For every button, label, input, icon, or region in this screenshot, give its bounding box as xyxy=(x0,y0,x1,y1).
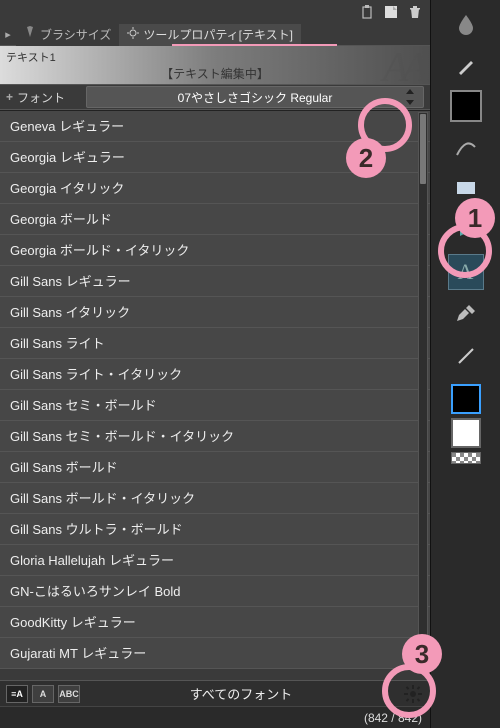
decorative-a-icon: AA xyxy=(383,44,422,92)
line-icon[interactable] xyxy=(446,338,486,374)
tab-tool-property[interactable]: ツールプロパティ[テキスト] xyxy=(119,24,301,46)
font-item[interactable]: Georgia ボールド xyxy=(0,204,430,235)
tab-label: ブラシサイズ xyxy=(40,26,111,43)
font-item[interactable]: Geneva レギュラー xyxy=(0,111,430,142)
brush-icon xyxy=(24,26,36,43)
font-label: + フォント xyxy=(0,89,80,106)
water-icon[interactable] xyxy=(446,6,486,42)
editing-status: 【テキスト編集中】 xyxy=(0,65,430,84)
primary-color[interactable] xyxy=(451,384,481,414)
tab-close-icon[interactable]: ▸ xyxy=(0,28,16,41)
font-item[interactable]: Gill Sans イタリック xyxy=(0,297,430,328)
secondary-color[interactable] xyxy=(451,418,481,448)
clipboard-icon[interactable] xyxy=(358,3,376,21)
trash-icon[interactable] xyxy=(406,3,424,21)
text-header: テキスト1 AA 【テキスト編集中】 xyxy=(0,46,430,84)
tab-brush-size[interactable]: ブラシサイズ xyxy=(16,24,119,46)
font-item[interactable]: Gujarati MT レギュラー xyxy=(0,638,430,669)
font-list[interactable]: Geneva レギュラー Georgia レギュラー Georgia イタリック… xyxy=(0,110,430,670)
plus-icon[interactable]: + xyxy=(6,90,13,104)
view-mode-c-icon[interactable]: ABC xyxy=(58,685,80,703)
all-fonts-label[interactable]: すべてのフォント xyxy=(84,684,398,703)
foreground-color-swatch[interactable] xyxy=(450,90,482,122)
triangle-icon[interactable] xyxy=(446,212,486,248)
font-item[interactable]: Gill Sans レギュラー xyxy=(0,266,430,297)
font-label-text: フォント xyxy=(17,89,65,106)
font-item[interactable]: Gill Sans ライト・イタリック xyxy=(0,359,430,390)
font-item[interactable]: Georgia レギュラー xyxy=(0,142,430,173)
gear-small-icon xyxy=(127,27,139,42)
font-item[interactable]: Gill Sans ボールド・イタリック xyxy=(0,483,430,514)
stepper-up-icon[interactable] xyxy=(406,89,414,94)
font-current-value: 07やさしさゴシック Regular xyxy=(178,89,333,106)
font-stepper[interactable] xyxy=(406,89,420,105)
stepper-down-icon[interactable] xyxy=(406,100,414,105)
transparent-color[interactable] xyxy=(451,452,481,464)
rect-tool-icon[interactable] xyxy=(446,170,486,206)
font-list-scrollbar[interactable] xyxy=(418,112,428,668)
font-count: (842 / 842) xyxy=(364,711,422,725)
font-item[interactable]: GoodKitty レギュラー xyxy=(0,607,430,638)
tab-label: ツールプロパティ[テキスト] xyxy=(143,26,293,43)
font-item[interactable]: Gill Sans ウルトラ・ボールド xyxy=(0,514,430,545)
font-item[interactable]: Gill Sans ボールド xyxy=(0,452,430,483)
font-dropdown[interactable]: 07やさしさゴシック Regular xyxy=(86,86,424,108)
scrollbar-thumb[interactable] xyxy=(420,114,426,184)
view-mode-b-icon[interactable]: A xyxy=(32,685,54,703)
font-item[interactable]: Gill Sans セミ・ボールド・イタリック xyxy=(0,421,430,452)
font-item[interactable]: Gill Sans セミ・ボールド xyxy=(0,390,430,421)
text-tool-icon[interactable]: A xyxy=(448,254,484,290)
note-icon[interactable] xyxy=(382,3,400,21)
font-item[interactable]: Gloria Hallelujah レギュラー xyxy=(0,545,430,576)
font-item[interactable]: Georgia イタリック xyxy=(0,173,430,204)
font-item[interactable]: GN-こはるいろサンレイ Bold xyxy=(0,576,430,607)
view-mode-a-icon[interactable]: ≡A xyxy=(6,685,28,703)
font-item[interactable]: Georgia ボールド・イタリック xyxy=(0,235,430,266)
dropper-icon[interactable] xyxy=(446,296,486,332)
text-title: テキスト1 xyxy=(6,49,56,65)
status-bar: (842 / 842) xyxy=(0,706,430,728)
font-item[interactable]: Gill Sans ライト xyxy=(0,328,430,359)
gear-button[interactable] xyxy=(402,683,424,705)
brush-tool-icon[interactable] xyxy=(446,48,486,84)
curve-icon[interactable] xyxy=(446,128,486,164)
